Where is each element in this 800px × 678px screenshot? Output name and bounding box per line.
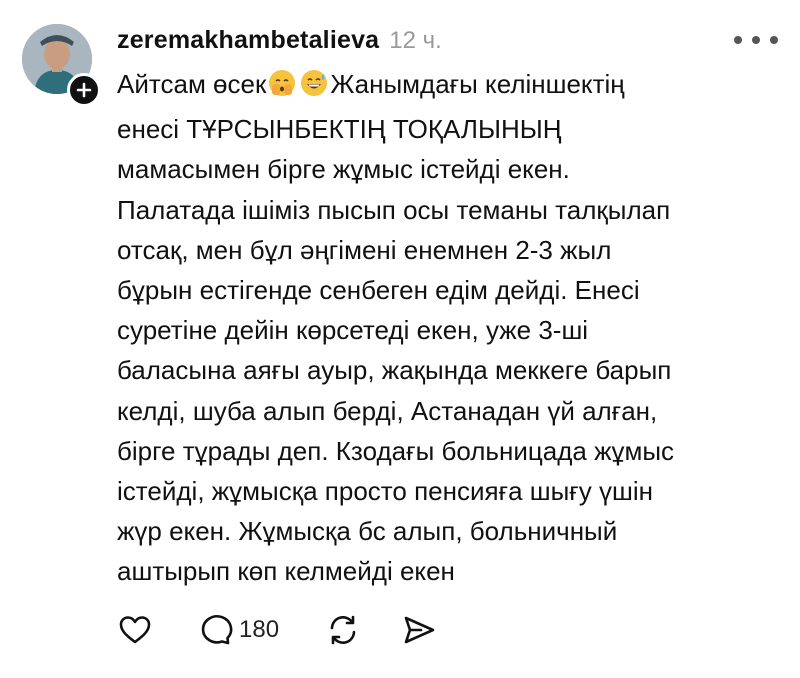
post-actions: 180 [117,610,437,650]
more-icon[interactable] [734,32,778,48]
repost-icon [330,615,356,645]
post-line: келді, шуба алып берді, Астанадан үй алғ… [117,395,658,426]
post-line: енесі ТҰРСЫНБЕКТІҢ ТОҚАЛЫНЫҢ [117,114,562,145]
post-time: 12 ч. [389,27,442,54]
post-line: Айтсам өсек Жанымдағы келіншектің [117,64,777,109]
thread-post: zeremakhambetalieva 12 ч. Айтсам өсек Жан… [0,0,800,678]
post-line: суретіне дейін көрсетеді екен, уже 3-ші [117,315,589,346]
share-icon [404,616,435,644]
repost-button[interactable] [325,610,361,650]
grinning-sweat-emoji [299,68,329,109]
post-line: бұрын естігенде сенбеген едім дейді. Ене… [117,275,640,306]
comment-icon [201,615,233,645]
avatar-container[interactable] [22,24,101,107]
post-body: Айтсам өсек Жанымдағы келіншектің енесі Т… [117,64,777,592]
username-link[interactable]: zeremakhambetalieva [117,26,379,55]
post-header: zeremakhambetalieva 12 ч. [117,26,442,55]
reply-button[interactable]: 180 [197,610,279,650]
post-line: Палатада ішіміз пысып осы теманы талқыла… [117,194,671,225]
follow-plus-button[interactable] [67,73,101,107]
post-line: отсақ, мен бұл әңгімені енемнен 2-3 жыл [117,234,612,265]
post-line: бірге тұрады деп. Кзодағы больницада жұм… [117,435,675,466]
post-line-text: Жанымдағы келіншектің [330,69,625,99]
share-button[interactable] [401,610,437,650]
plus-icon [76,82,92,98]
peeking-face-emoji [267,68,297,109]
like-button[interactable] [117,610,153,650]
post-line: аштырып көп келмейді екен [117,556,455,587]
post-line: істейді, жұмысқа просто пенсияға шығу үш… [117,476,653,507]
post-line: баласына аяғы ауыр, жақында меккеге бары… [117,355,672,386]
post-line: мамасымен бірге жұмыс істейді екен. [117,154,570,185]
post-line: жүр екен. Жұмысқа бс алып, больничный [117,516,618,547]
heart-icon [119,616,151,644]
reply-count: 180 [239,616,280,643]
post-line-text: Айтсам өсек [117,69,267,99]
